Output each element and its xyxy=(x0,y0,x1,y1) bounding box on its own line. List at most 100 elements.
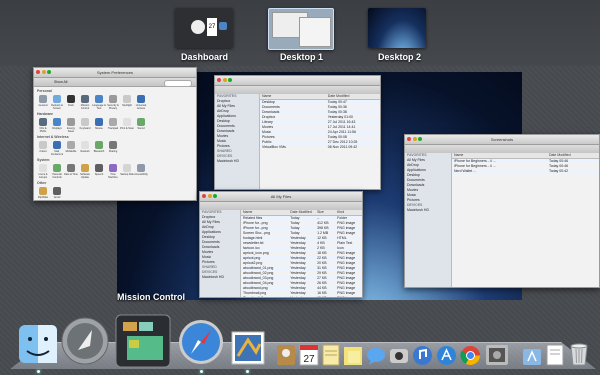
pref-pane[interactable]: Startup Disk xyxy=(120,163,134,178)
column-header[interactable]: Name xyxy=(260,94,326,99)
pref-pane[interactable]: Growl xyxy=(50,186,64,200)
pref-pane[interactable]: Sharing xyxy=(106,140,120,155)
pref-pane-label: Sharing xyxy=(108,150,118,153)
facetime-icon[interactable] xyxy=(389,346,409,366)
messages-icon[interactable] xyxy=(366,346,386,366)
pref-pane-icon xyxy=(95,118,103,126)
preview-icon[interactable] xyxy=(485,344,509,366)
finder-window-home[interactable]: FAVORITES Dropbox All My Files AirDrop Appli… xyxy=(214,75,381,190)
space-desktop-2[interactable] xyxy=(368,8,426,48)
pref-pane-icon xyxy=(109,164,117,172)
pref-pane[interactable]: Software Update xyxy=(78,163,92,179)
pref-pane-icon xyxy=(67,141,75,149)
pref-pane[interactable]: Mail, Contacts & Calendars xyxy=(50,140,64,156)
space-dashboard[interactable]: 27 xyxy=(175,8,233,48)
pref-pane-label: Speech xyxy=(94,173,104,176)
calendar-icon[interactable]: 27 xyxy=(299,344,319,366)
file-cell: Thumbnail_2.png xyxy=(243,296,271,298)
pref-pane[interactable]: Spotlight xyxy=(120,94,134,109)
pref-pane[interactable]: Users & Groups xyxy=(36,163,50,179)
minimize-button[interactable] xyxy=(222,78,227,82)
pref-pane[interactable]: Print & Scan xyxy=(120,117,134,132)
safari-icon[interactable] xyxy=(177,318,225,366)
file-row[interactable]: Thumbnail_2.png Yesterday 15 KB PNG image xyxy=(241,296,362,298)
space-desktop-1[interactable] xyxy=(268,8,334,50)
pref-pane[interactable]: Mission Control xyxy=(78,94,92,110)
contacts-icon[interactable] xyxy=(276,344,296,366)
pref-pane[interactable]: Trackpad xyxy=(106,117,120,132)
pref-pane[interactable]: Keyboard xyxy=(78,117,92,132)
pref-category-grid: GeneralDesktop & Screen Saver Dock Mission… xyxy=(34,93,196,110)
pref-pane[interactable]: Accessibility xyxy=(134,163,148,178)
pref-pane-label: Bluetooth xyxy=(93,150,105,153)
search-field[interactable] xyxy=(164,79,192,87)
pref-pane[interactable]: Dock xyxy=(64,94,78,109)
system-preferences-window[interactable]: System Preferences Show All Personal Gene… xyxy=(33,67,197,201)
pref-pane[interactable]: Time Machine xyxy=(106,163,120,179)
stickies-icon[interactable] xyxy=(343,346,363,366)
column-header[interactable]: Date Modified xyxy=(547,153,599,158)
pref-pane-icon xyxy=(53,141,61,149)
chrome-icon[interactable] xyxy=(460,345,481,366)
launchpad-icon[interactable] xyxy=(60,316,110,366)
mail-icon[interactable] xyxy=(230,330,266,366)
pref-pane[interactable]: Flip4Mac xyxy=(36,186,50,200)
pref-pane[interactable]: iCloud xyxy=(36,140,50,155)
pref-pane-label: iCloud xyxy=(39,150,47,153)
pref-pane-label: Startup Disk xyxy=(120,173,134,176)
column-header[interactable]: Name xyxy=(241,210,288,215)
thumb-window xyxy=(299,17,331,47)
pref-pane[interactable]: Desktop & Screen Saver xyxy=(50,94,64,110)
pref-pane[interactable]: Universal Access xyxy=(134,94,148,110)
sidebar-item[interactable]: Macintosh HD xyxy=(405,208,451,213)
running-indicator xyxy=(37,370,40,373)
column-header[interactable]: Name xyxy=(452,153,547,158)
pref-pane[interactable]: Parental Controls xyxy=(50,163,64,179)
close-button[interactable] xyxy=(217,78,221,82)
pref-pane[interactable]: Mouse xyxy=(92,117,106,132)
pref-pane[interactable]: Displays xyxy=(50,117,64,132)
pref-pane[interactable]: CDs & DVDs xyxy=(36,117,50,133)
file-row[interactable]: VirtualBox VMs 06 Nov 2011 09:42 xyxy=(260,145,380,150)
pref-pane[interactable]: General xyxy=(36,94,50,109)
pref-pane[interactable]: Security & Privacy xyxy=(106,94,120,110)
sidebar-item[interactable]: Macintosh HD xyxy=(215,159,259,164)
mission-control-icon[interactable] xyxy=(115,314,171,368)
finder-icon[interactable] xyxy=(17,323,59,365)
pref-pane[interactable]: Speech xyxy=(92,163,106,178)
pref-pane[interactable]: Language & Text xyxy=(92,94,106,110)
show-all-button[interactable]: Show All xyxy=(54,80,67,84)
pref-pane[interactable]: Energy Saver xyxy=(64,117,78,133)
zoom-button[interactable] xyxy=(228,78,232,82)
finder-window-screenshots[interactable]: Screenshots FAVORITES All My Files AirDrop… xyxy=(404,134,600,288)
pref-pane[interactable]: Bluetooth xyxy=(92,140,106,155)
pref-pane-label: Time Machine xyxy=(108,173,118,179)
title-bar: All My Files xyxy=(200,192,362,202)
trash-icon[interactable] xyxy=(568,342,590,366)
running-indicator xyxy=(200,370,203,373)
pref-pane-label: Desktop & Screen Saver xyxy=(51,104,63,110)
column-header[interactable]: Date Modified xyxy=(326,94,380,99)
pref-pane-icon xyxy=(123,95,131,103)
pref-pane-label: Users & Groups xyxy=(38,173,48,179)
pref-pane[interactable]: Network xyxy=(78,140,92,155)
column-header[interactable]: Kind xyxy=(335,210,362,215)
documents-stack-icon[interactable] xyxy=(546,344,564,366)
itunes-icon[interactable] xyxy=(412,345,433,366)
column-header[interactable]: Size xyxy=(315,210,335,215)
sidebar-item[interactable]: Macintosh HD xyxy=(200,275,240,280)
finder-window-all-my-files[interactable]: All My Files FAVORITES Dropbox All My File… xyxy=(199,191,363,298)
applications-stack-icon[interactable] xyxy=(522,344,542,366)
file-row[interactable]: Nerd Wallet ... Today 00:42 xyxy=(452,169,599,174)
pref-pane-icon xyxy=(95,141,103,149)
column-header[interactable]: Date Modified xyxy=(288,210,315,215)
pref-pane-icon xyxy=(81,118,89,126)
notes-icon[interactable] xyxy=(322,344,340,366)
app-store-icon[interactable] xyxy=(436,345,457,366)
pref-pane[interactable]: Date & Time xyxy=(64,163,78,178)
pref-pane[interactable]: Sound xyxy=(134,117,148,132)
pref-pane[interactable]: MobileMe xyxy=(64,140,78,155)
file-cell: Today 00:42 xyxy=(548,169,569,173)
pref-pane-icon xyxy=(109,141,117,149)
pref-pane-icon xyxy=(81,164,89,172)
